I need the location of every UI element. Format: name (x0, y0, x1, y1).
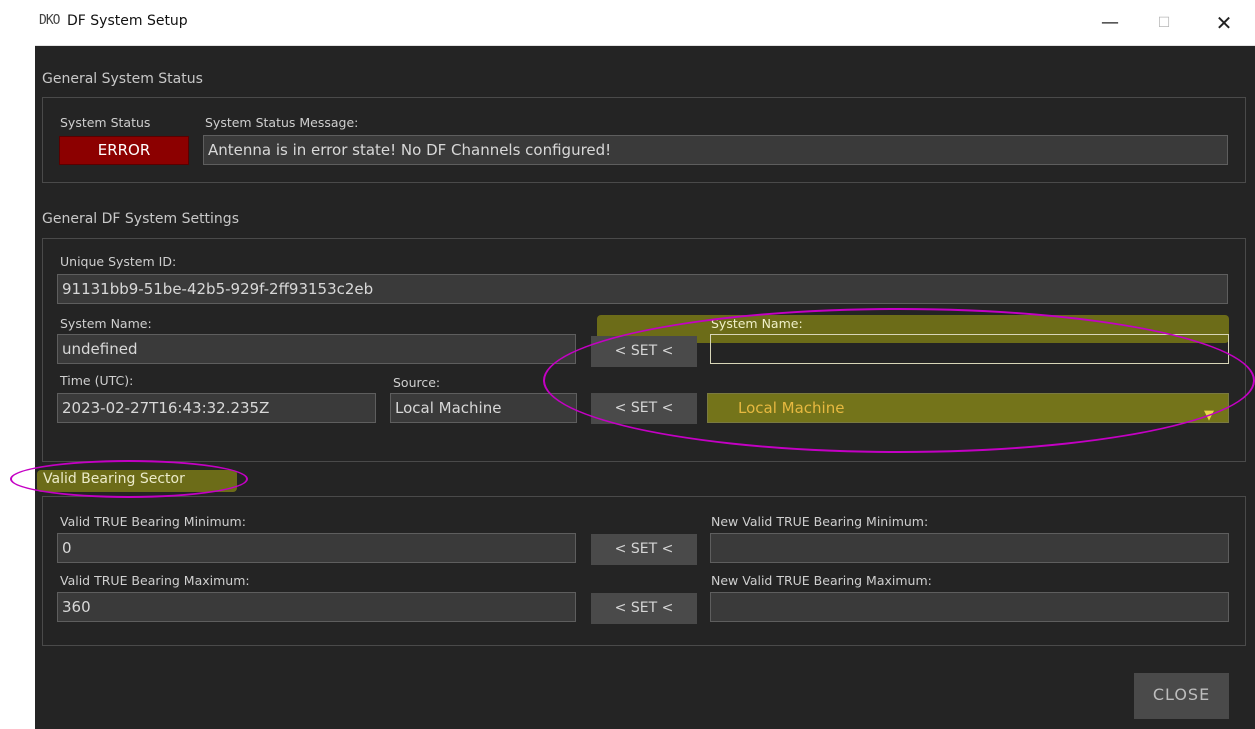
bearing-max-field[interactable]: 360 (57, 592, 576, 622)
source-field[interactable]: Local Machine (390, 393, 577, 423)
minimize-button[interactable]: — (1087, 8, 1133, 40)
maximize-button[interactable]: ☐ (1141, 8, 1187, 40)
close-button[interactable]: CLOSE (1134, 673, 1229, 719)
status-message-label: System Status Message: (205, 115, 359, 130)
status-badge: ERROR (59, 136, 189, 165)
close-window-button[interactable]: ✕ (1201, 8, 1247, 40)
annotation-ellipse-system-name (543, 308, 1255, 453)
app-logo-icon: DKO (39, 13, 61, 28)
section-title-settings: General DF System Settings (42, 211, 239, 227)
source-label: Source: (393, 375, 441, 390)
time-field[interactable]: 2023-02-27T16:43:32.235Z (57, 393, 376, 423)
system-status-label: System Status (60, 115, 151, 130)
new-bearing-max-input[interactable] (710, 592, 1229, 622)
system-name-label: System Name: (60, 316, 152, 331)
status-message-field: Antenna is in error state! No DF Channel… (203, 135, 1228, 165)
bearing-max-label: Valid TRUE Bearing Maximum: (60, 573, 250, 588)
title-bar[interactable]: DKO DF System Setup — ☐ ✕ (35, 0, 1255, 46)
new-bearing-min-label: New Valid TRUE Bearing Minimum: (711, 514, 929, 529)
new-bearing-max-label: New Valid TRUE Bearing Maximum: (711, 573, 932, 588)
annotation-ellipse-bearing-title (10, 460, 248, 498)
set-bearing-max-button[interactable]: < SET < (591, 593, 697, 624)
bearing-min-field[interactable]: 0 (57, 533, 576, 563)
window-title: DF System Setup (67, 13, 188, 29)
system-name-field[interactable]: undefined (57, 334, 576, 364)
system-id-field[interactable]: 91131bb9-51be-42b5-929f-2ff93153c2eb (57, 274, 1228, 304)
time-label: Time (UTC): (60, 373, 134, 388)
bearing-min-label: Valid TRUE Bearing Minimum: (60, 514, 246, 529)
system-id-label: Unique System ID: (60, 254, 177, 269)
section-title-general-status: General System Status (42, 71, 203, 87)
new-bearing-min-input[interactable] (710, 533, 1229, 563)
set-bearing-min-button[interactable]: < SET < (591, 534, 697, 565)
